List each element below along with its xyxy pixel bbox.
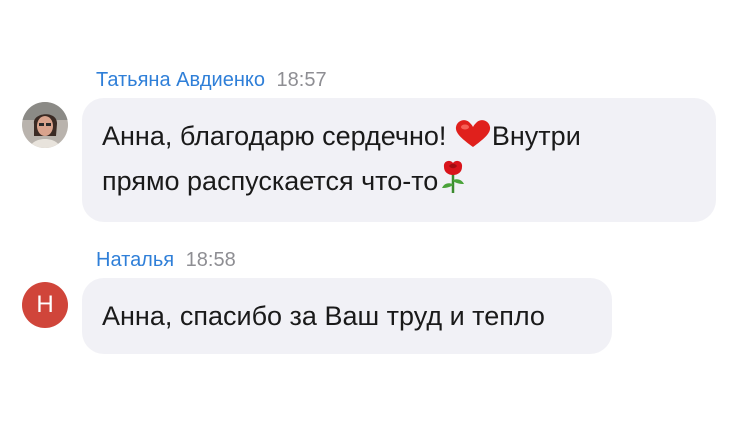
message-meta: Татьяна Авдиенко 18:57 [96, 66, 327, 94]
heart-emoji-icon [454, 119, 492, 160]
message-bubble[interactable]: Анна, благодарю сердечно! Внутри прямо р… [82, 98, 716, 222]
message-line-2: прямо распускается что-то [102, 160, 696, 205]
message-time: 18:58 [185, 249, 236, 271]
message-bubble[interactable]: Анна, спасибо за Ваш труд и тепло [82, 278, 612, 354]
avatar-photo [22, 102, 68, 148]
message-text: Анна, благодарю сердечно! [102, 121, 447, 151]
message-meta: Наталья 18:58 [96, 246, 236, 274]
author-name[interactable]: Наталья [96, 249, 174, 271]
message-text: прямо распускается что-то [102, 166, 439, 196]
rose-emoji-icon [438, 160, 468, 205]
avatar-letter: Н [36, 291, 54, 318]
message-time: 18:57 [276, 69, 327, 91]
message-text: Анна, спасибо за Ваш труд и тепло [102, 301, 545, 331]
avatar[interactable]: Н [22, 282, 68, 328]
message-text-continued: Внутри [491, 121, 581, 151]
message-line-1: Анна, благодарю сердечно! Внутри [102, 116, 696, 160]
author-name[interactable]: Татьяна Авдиенко [96, 69, 265, 91]
avatar[interactable] [22, 102, 68, 148]
